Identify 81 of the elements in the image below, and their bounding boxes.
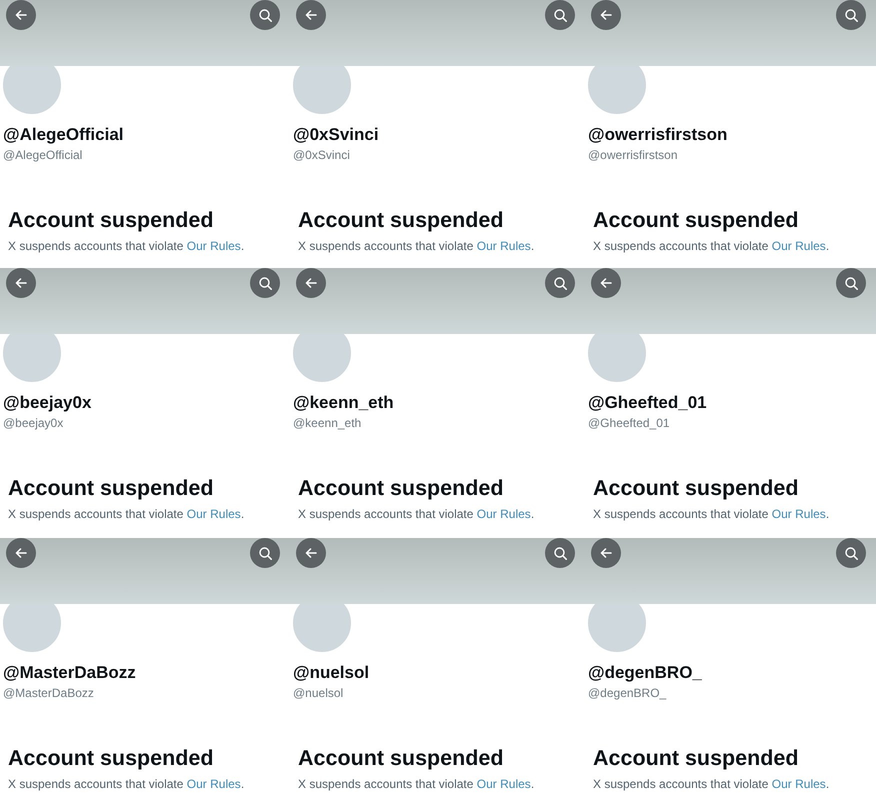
left-arrow-icon	[305, 548, 317, 558]
search-button[interactable]	[545, 0, 575, 30]
suspension-message: X suspends accounts that violate Our Rules.	[298, 776, 534, 792]
left-arrow-icon	[600, 548, 612, 558]
display-name: @keenn_eth	[293, 393, 394, 413]
user-handle: @MasterDaBozz	[3, 685, 94, 701]
left-arrow-icon	[15, 10, 27, 20]
left-arrow-icon	[600, 278, 612, 288]
user-handle: @AlegeOfficial	[3, 147, 82, 163]
display-name: @owerrisfirstson	[588, 125, 728, 145]
rules-link[interactable]: Our Rules	[186, 507, 241, 521]
search-icon	[554, 546, 566, 560]
suspended-heading: Account suspended	[8, 207, 214, 233]
user-handle: @degenBRO_	[588, 685, 666, 701]
rules-link[interactable]: Our Rules	[476, 507, 531, 521]
search-button[interactable]	[250, 0, 280, 30]
suspended-heading: Account suspended	[298, 207, 504, 233]
display-name: @0xSvinci	[293, 125, 379, 145]
display-name: @Gheefted_01	[588, 393, 707, 413]
rules-link[interactable]: Our Rules	[186, 777, 241, 791]
search-icon	[554, 8, 566, 22]
left-arrow-icon	[15, 548, 27, 558]
suspension-message: X suspends accounts that violate Our Rules.	[298, 506, 534, 522]
suspension-message: X suspends accounts that violate Our Rules.	[593, 776, 830, 792]
left-arrow-icon	[600, 10, 612, 20]
rules-link[interactable]: Our Rules	[772, 507, 826, 521]
back-button[interactable]	[296, 538, 326, 568]
search-icon	[258, 8, 272, 22]
search-button[interactable]	[545, 268, 575, 298]
search-icon	[844, 8, 858, 22]
suspension-message: X suspends accounts that violate Our Rules.	[593, 506, 830, 522]
search-icon	[258, 546, 272, 560]
left-arrow-icon	[305, 278, 317, 288]
search-icon	[844, 546, 858, 560]
user-handle: @owerrisfirstson	[588, 147, 678, 163]
user-handle: @beejay0x	[3, 415, 64, 431]
suspended-heading: Account suspended	[298, 745, 504, 771]
search-button[interactable]	[545, 538, 575, 568]
rules-link[interactable]: Our Rules	[772, 777, 826, 791]
search-icon	[844, 276, 858, 290]
back-button[interactable]	[6, 268, 36, 298]
user-handle: @nuelsol	[293, 685, 344, 701]
back-button[interactable]	[296, 268, 326, 298]
search-icon	[554, 276, 566, 290]
back-button[interactable]	[6, 538, 36, 568]
suspended-heading: Account suspended	[593, 475, 798, 501]
rules-link[interactable]: Our Rules	[186, 239, 241, 253]
back-button[interactable]	[591, 268, 621, 298]
rules-link[interactable]: Our Rules	[476, 239, 531, 253]
back-button[interactable]	[6, 0, 36, 30]
left-arrow-icon	[305, 10, 317, 20]
user-handle: @0xSvinci	[293, 147, 350, 163]
search-button[interactable]	[250, 268, 280, 298]
suspended-heading: Account suspended	[593, 745, 798, 771]
search-button[interactable]	[836, 538, 866, 568]
suspension-message: X suspends accounts that violate Our Rules.	[8, 776, 244, 792]
search-button[interactable]	[250, 538, 280, 568]
user-handle: @Gheefted_01	[588, 415, 670, 431]
search-button[interactable]	[836, 0, 866, 30]
user-handle: @keenn_eth	[293, 415, 362, 431]
rules-link[interactable]: Our Rules	[772, 239, 826, 253]
suspended-heading: Account suspended	[298, 475, 504, 501]
back-button[interactable]	[296, 0, 326, 30]
suspension-message: X suspends accounts that violate Our Rules.	[593, 238, 830, 254]
display-name: @beejay0x	[3, 393, 92, 413]
search-icon	[258, 276, 272, 290]
back-button[interactable]	[591, 0, 621, 30]
suspension-message: X suspends accounts that violate Our Rules.	[8, 506, 244, 522]
suspension-message: X suspends accounts that violate Our Rules.	[8, 238, 244, 254]
suspended-heading: Account suspended	[593, 207, 798, 233]
display-name: @nuelsol	[293, 663, 370, 683]
suspended-heading: Account suspended	[8, 475, 214, 501]
display-name: @degenBRO_	[588, 663, 702, 683]
display-name: @AlegeOfficial	[3, 125, 124, 145]
display-name: @MasterDaBozz	[3, 663, 136, 683]
search-button[interactable]	[836, 268, 866, 298]
left-arrow-icon	[15, 278, 27, 288]
suspended-heading: Account suspended	[8, 745, 214, 771]
back-button[interactable]	[591, 538, 621, 568]
rules-link[interactable]: Our Rules	[476, 777, 531, 791]
suspension-message: X suspends accounts that violate Our Rules.	[298, 238, 534, 254]
